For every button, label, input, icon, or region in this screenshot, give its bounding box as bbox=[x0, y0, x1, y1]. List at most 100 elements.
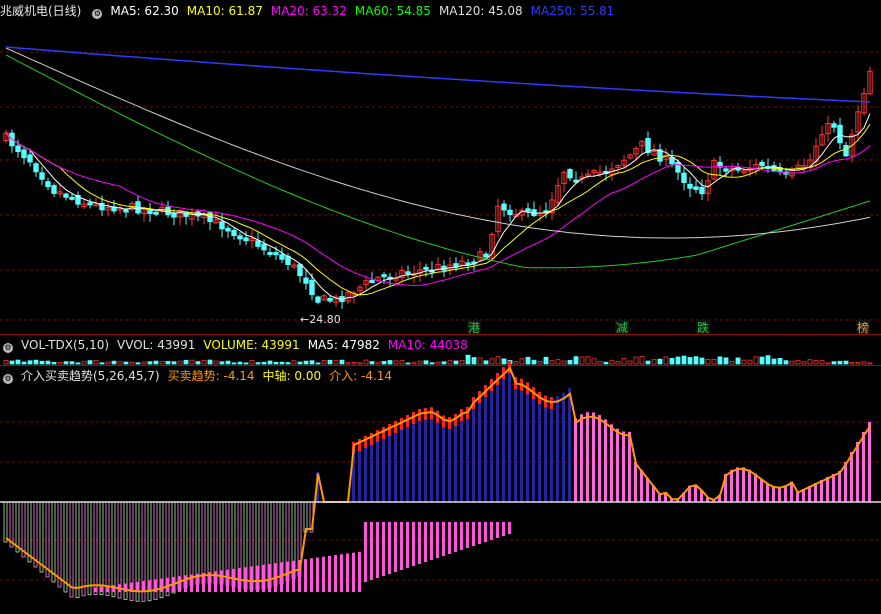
candle-body-83 bbox=[501, 203, 507, 211]
histogram-bar-11 bbox=[69, 501, 74, 598]
volume-bar-40 bbox=[243, 362, 249, 365]
histogram-bar-76 bbox=[460, 409, 463, 502]
candle-body-120 bbox=[723, 168, 729, 172]
pink-bar-63 bbox=[382, 522, 385, 576]
pink-bar-65 bbox=[394, 522, 397, 572]
volume-bar-73 bbox=[441, 361, 447, 365]
volume-bar-50 bbox=[303, 360, 309, 365]
volume-bar-120 bbox=[723, 357, 729, 365]
stock-chart[interactable]: ←24.80 港 减 跌 榜 bbox=[0, 0, 881, 614]
pink-bar-16 bbox=[100, 586, 103, 592]
candle-body-46 bbox=[279, 254, 285, 260]
volume-bar-108 bbox=[651, 358, 657, 365]
histogram-bar-71 bbox=[430, 407, 433, 502]
histogram-bar-18 bbox=[111, 501, 116, 598]
histogram-bar-99 bbox=[598, 415, 601, 502]
volume-bar-99 bbox=[597, 361, 603, 365]
candle-body-14 bbox=[87, 202, 93, 206]
volume-bar-30 bbox=[183, 359, 189, 365]
volume-bar-35 bbox=[213, 360, 219, 365]
ma250-line bbox=[5, 46, 871, 103]
histogram-bar-140 bbox=[844, 462, 847, 502]
volume-bar-34 bbox=[207, 359, 213, 365]
pink-bar-53 bbox=[322, 556, 325, 592]
histogram-bar-68 bbox=[412, 412, 415, 502]
pink-bar-76 bbox=[460, 522, 463, 550]
volume-bar-1 bbox=[9, 360, 15, 365]
volume-bar-114 bbox=[687, 357, 693, 365]
volume-bar-54 bbox=[327, 359, 333, 365]
volume-bar-98 bbox=[591, 358, 597, 365]
candle-body-37 bbox=[225, 227, 231, 232]
pink-bar-36 bbox=[220, 570, 223, 592]
histogram-bar-74 bbox=[448, 416, 451, 502]
pink-bar-48 bbox=[292, 560, 295, 592]
volume-bar-91 bbox=[549, 360, 555, 365]
pink-bar-64 bbox=[388, 522, 391, 574]
volume-bar-46 bbox=[279, 361, 285, 365]
histogram-bar-123 bbox=[742, 467, 745, 502]
candle-body-112 bbox=[675, 162, 681, 173]
volume-bar-110 bbox=[663, 356, 669, 365]
volume-bar-7 bbox=[45, 360, 51, 365]
volume-bar-47 bbox=[285, 362, 291, 365]
candle-body-94 bbox=[567, 169, 573, 179]
volume-bar-131 bbox=[789, 360, 795, 365]
histogram-bar-16 bbox=[99, 501, 104, 596]
volume-bar-49 bbox=[297, 361, 303, 365]
volume-bar-72 bbox=[435, 361, 441, 365]
volume-bar-94 bbox=[567, 359, 573, 365]
volume-bar-14 bbox=[87, 360, 93, 365]
histogram-bar-77 bbox=[466, 407, 469, 502]
pink-bar-79 bbox=[478, 522, 481, 544]
volume-bar-0 bbox=[3, 360, 9, 365]
volume-bar-140 bbox=[843, 360, 849, 365]
histogram-bar-127 bbox=[766, 483, 769, 502]
histogram-bar-86 bbox=[520, 378, 523, 502]
histogram-bar-69 bbox=[418, 409, 421, 502]
volume-bar-10 bbox=[63, 361, 69, 365]
histogram-bar-95 bbox=[574, 418, 577, 502]
candle-body-20 bbox=[123, 209, 129, 213]
volume-bar-85 bbox=[513, 361, 519, 365]
pink-bar-66 bbox=[400, 522, 403, 570]
histogram-bar-50 bbox=[303, 501, 308, 533]
pink-bar-81 bbox=[490, 522, 493, 540]
pink-bar-54 bbox=[328, 555, 331, 592]
histogram-bar-101 bbox=[610, 424, 613, 502]
histogram-bar-75 bbox=[454, 413, 457, 502]
histogram-bar-79 bbox=[478, 391, 481, 502]
candle-body-39 bbox=[237, 235, 243, 240]
volume-bar-87 bbox=[525, 356, 531, 365]
candle-body-43 bbox=[261, 243, 267, 251]
volume-bar-70 bbox=[423, 360, 429, 365]
volume-bar-26 bbox=[159, 361, 165, 365]
candle-body-113 bbox=[681, 172, 687, 183]
volume-bar-16 bbox=[99, 362, 105, 365]
histogram-bar-93 bbox=[562, 392, 565, 502]
volume-bar-64 bbox=[387, 360, 393, 365]
pink-bar-84 bbox=[508, 522, 511, 534]
histogram-bar-107 bbox=[646, 478, 649, 502]
volume-bar-55 bbox=[333, 360, 339, 365]
volume-bar-15 bbox=[93, 360, 99, 365]
pink-bar-42 bbox=[256, 565, 259, 592]
volume-bar-95 bbox=[573, 356, 579, 365]
histogram-bar-67 bbox=[406, 415, 409, 502]
pink-bar-15 bbox=[94, 587, 97, 592]
candle-body-50 bbox=[303, 277, 309, 284]
histogram-bar-98 bbox=[592, 412, 595, 502]
histogram-bar-122 bbox=[736, 467, 739, 502]
histogram-bar-35 bbox=[213, 501, 218, 584]
candle-body-8 bbox=[51, 185, 57, 194]
volume-bar-31 bbox=[189, 359, 195, 365]
histogram-bar-34 bbox=[207, 501, 212, 584]
volume-bar-137 bbox=[825, 362, 831, 365]
pink-bar-52 bbox=[316, 557, 319, 592]
histogram-cap-74 bbox=[448, 416, 451, 429]
volume-bar-78 bbox=[471, 357, 477, 365]
volume-bar-45 bbox=[273, 361, 279, 365]
volume-bar-69 bbox=[417, 360, 423, 365]
pink-bar-26 bbox=[160, 578, 163, 592]
volume-bar-109 bbox=[657, 358, 663, 365]
